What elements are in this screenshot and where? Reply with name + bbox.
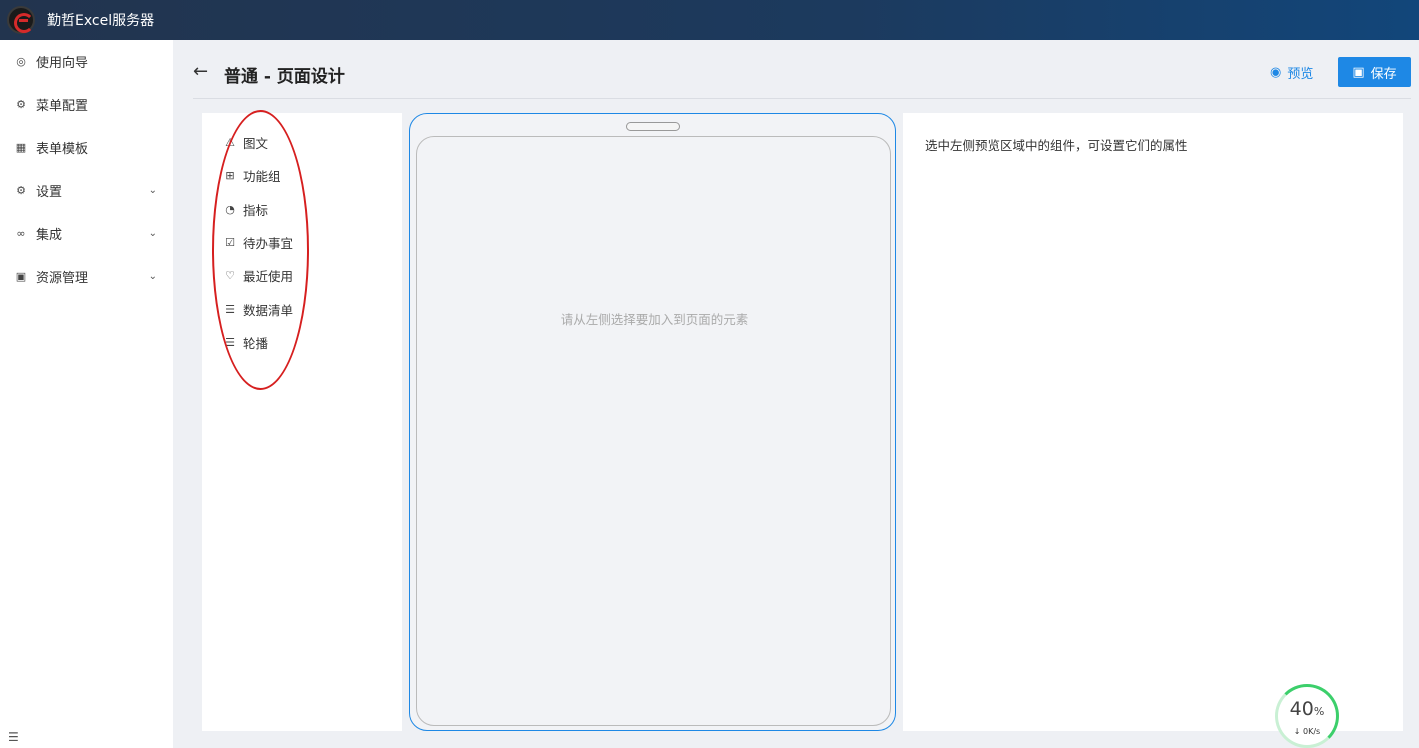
sidebar: ◎ 使用向导 ⚙ 菜单配置 ▦ 表单模板 ⚙ 设置 ⌄ ∞ 集成 ⌄ ▣ 资源管理 ⌄ ☰ [0,40,173,748]
table-icon: ▦ [15,141,27,154]
back-arrow-icon[interactable]: ← [193,61,208,82]
compass-icon: ◎ [16,55,26,68]
component-item-2[interactable]: ◔ 指标 [202,193,402,226]
sidebar-item-3[interactable]: ⚙ 设置 ⌄ [0,169,173,212]
preview-label: 预览 [1287,67,1314,82]
chevron-down-icon: ⌄ [148,228,157,239]
properties-hint: 选中左侧预览区域中的组件，可设置它们的属性 [925,138,1188,153]
component-icon: ☑ [225,236,235,250]
component-icon: ☰ [225,302,235,316]
component-item-1[interactable]: ⊞ 功能组 [202,159,402,192]
component-icon: ☰ [225,335,235,349]
save-icon: ▣ [1352,64,1365,80]
component-item-4[interactable]: ♡ 最近使用 [202,259,402,292]
chevron-down-icon: ⌄ [148,271,157,282]
app-title: 勤哲Excel服务器 [47,13,155,29]
component-list: ⚠ 图文 ⊞ 功能组 ◔ 指标 ☑ 待办事宜 ♡ 最近使用 ☰ 数据清单 ☰ 轮播 [202,113,402,359]
component-icon: ♡ [225,269,235,283]
component-label: 数据清单 [243,302,294,318]
phone-screen[interactable]: 请从左侧选择要加入到页面的元素 [416,136,891,726]
properties-panel: 选中左侧预览区域中的组件，可设置它们的属性 [903,113,1403,731]
sidebar-item-label: 菜单配置 [36,99,89,114]
component-label: 最近使用 [243,269,294,285]
sidebar-nav: ◎ 使用向导 ⚙ 菜单配置 ▦ 表单模板 ⚙ 设置 ⌄ ∞ 集成 ⌄ ▣ 资源管理 ⌄ [0,40,173,298]
sidebar-item-4[interactable]: ∞ 集成 ⌄ [0,212,173,255]
top-bar: 勤哲Excel服务器 [0,0,1419,40]
component-item-0[interactable]: ⚠ 图文 [202,126,402,159]
down-arrow-icon: ↓ [1293,727,1301,736]
component-icon: ⚠ [225,136,235,150]
phone-speaker [626,122,680,131]
empty-canvas-hint: 请从左侧选择要加入到页面的元素 [560,312,749,327]
network-speed-widget[interactable]: 40% ↓ 0K/s [1275,684,1339,748]
sidebar-item-0[interactable]: ◎ 使用向导 [0,40,173,83]
component-label: 待办事宜 [243,236,294,252]
component-item-5[interactable]: ☰ 数据清单 [202,292,402,325]
sidebar-item-1[interactable]: ⚙ 菜单配置 [0,83,173,126]
link-icon: ∞ [16,227,26,240]
sidebar-item-label: 使用向导 [36,56,89,71]
sidebar-item-label: 集成 [36,228,63,243]
chevron-down-icon: ⌄ [148,185,157,196]
eye-icon: ◉ [1270,65,1282,80]
network-speed: ↓ 0K/s [1293,727,1321,736]
collapse-sidebar-icon[interactable]: ☰ [8,730,19,744]
sidebar-item-label: 表单模板 [36,142,89,157]
component-icon: ◔ [225,202,235,216]
preview-button[interactable]: ◉ 预览 [1270,63,1313,82]
sidebar-item-label: 资源管理 [36,271,89,286]
component-icon: ⊞ [225,169,235,183]
gear-icon: ⚙ [16,184,26,197]
component-label: 指标 [243,202,269,218]
component-item-3[interactable]: ☑ 待办事宜 [202,226,402,259]
network-percent: 40% [1289,698,1325,720]
component-palette: ⚠ 图文 ⊞ 功能组 ◔ 指标 ☑ 待办事宜 ♡ 最近使用 ☰ 数据清单 ☰ 轮播 [202,113,402,731]
folder-icon: ▣ [15,270,27,283]
sidebar-item-label: 设置 [36,185,63,200]
menu-config-icon: ⚙ [16,98,26,111]
page-header: ← 普通 - 页面设计 ◉ 预览 ▣ 保存 [193,55,1411,99]
sidebar-item-2[interactable]: ▦ 表单模板 [0,126,173,169]
component-label: 轮播 [243,335,269,351]
phone-preview: 请从左侧选择要加入到页面的元素 [409,113,896,731]
component-label: 图文 [243,136,269,152]
component-item-6[interactable]: ☰ 轮播 [202,326,402,359]
page-title: 普通 - 页面设计 [224,67,345,87]
app-logo-icon[interactable] [7,6,35,34]
save-button[interactable]: ▣ 保存 [1338,57,1411,87]
component-label: 功能组 [243,169,281,185]
save-label: 保存 [1370,66,1397,82]
sidebar-item-5[interactable]: ▣ 资源管理 ⌄ [0,255,173,298]
